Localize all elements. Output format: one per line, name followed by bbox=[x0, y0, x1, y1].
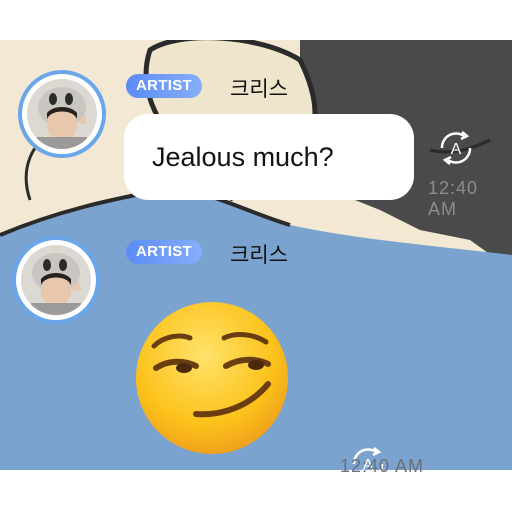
artist-badge: ARTIST bbox=[126, 240, 202, 264]
chat-background: ARTIST 크리스 Jealous much? A 12:40 AM ARTI… bbox=[0, 40, 512, 470]
profile-photo bbox=[27, 79, 97, 149]
profile-photo bbox=[21, 245, 91, 315]
message-row: ARTIST 크리스 Jealous much? A 12:40 AM bbox=[0, 40, 512, 240]
profile-photo-icon bbox=[21, 245, 91, 315]
smirking-face-emoji[interactable] bbox=[132, 298, 292, 458]
auto-translate-icon[interactable]: A bbox=[434, 126, 478, 170]
sender-avatar[interactable] bbox=[18, 70, 106, 158]
svg-text:A: A bbox=[451, 141, 462, 158]
artist-badge: ARTIST bbox=[126, 74, 202, 98]
sender-avatar[interactable] bbox=[12, 236, 100, 324]
sender-name: 크리스 bbox=[230, 77, 288, 101]
sender-name: 크리스 bbox=[230, 243, 288, 267]
message-bubble[interactable]: Jealous much? bbox=[124, 114, 414, 200]
message-time: 12:40 AM bbox=[340, 456, 425, 476]
message-row: ARTIST 크리스 A bbox=[0, 230, 512, 470]
profile-photo-icon bbox=[27, 79, 97, 149]
message-time: 12:40 AM bbox=[428, 178, 479, 219]
